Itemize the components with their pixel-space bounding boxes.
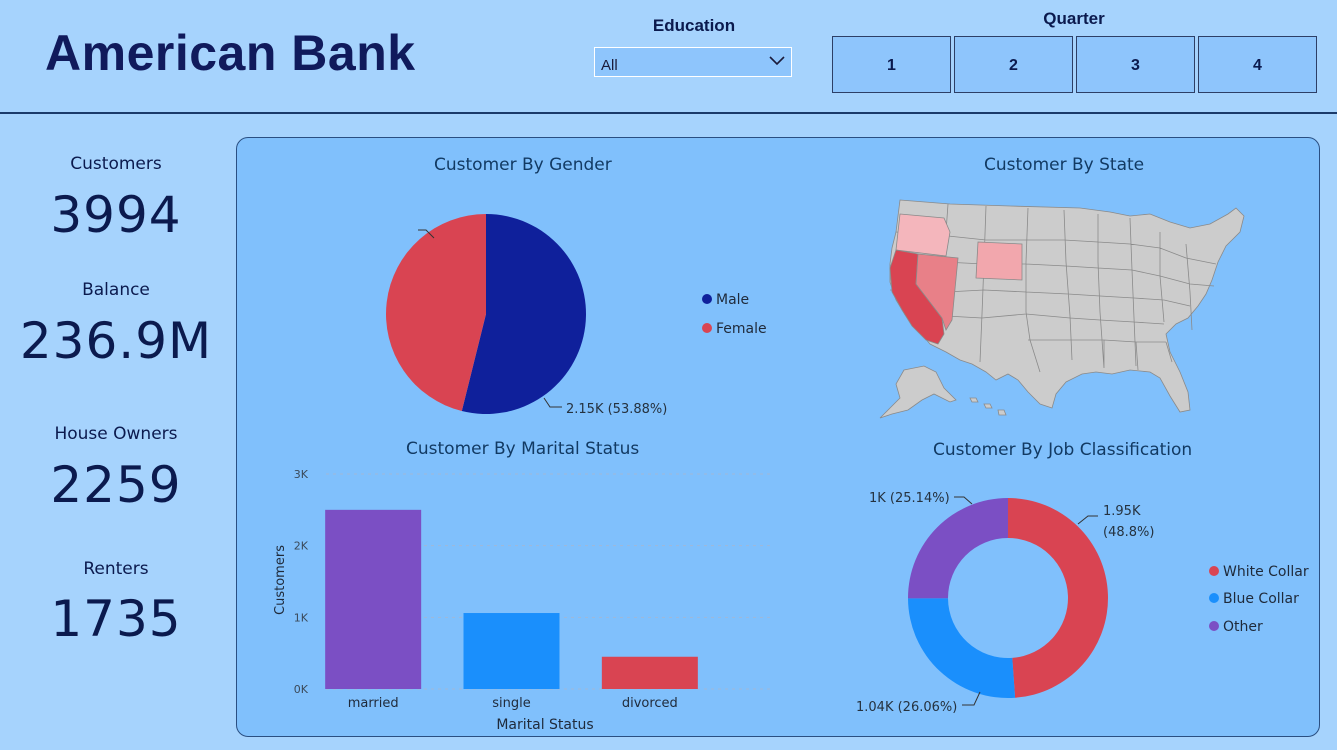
y-tick-label: 3K bbox=[294, 468, 309, 481]
customers-kpi-label: Customers bbox=[70, 154, 162, 174]
pie-slice-other[interactable] bbox=[908, 498, 1008, 599]
quarter-button-3[interactable]: 3 bbox=[1076, 36, 1195, 93]
marital-y-axis-label: Customers bbox=[273, 545, 288, 615]
quarter-button-2[interactable]: 2 bbox=[954, 36, 1073, 93]
bar-divorced[interactable] bbox=[601, 656, 698, 689]
blue-collar-label-leader bbox=[962, 691, 981, 706]
legend-male[interactable]: Male bbox=[702, 292, 749, 308]
marital-chart-title: Customer By Marital Status bbox=[406, 439, 640, 459]
x-tick-label: single bbox=[492, 696, 531, 711]
renters-kpi-label: Renters bbox=[83, 559, 149, 579]
header-bar: American Bank Education All Quarter 1 2 … bbox=[0, 0, 1337, 114]
customers-kpi-value: 3994 bbox=[50, 186, 182, 244]
legend-blue-collar-label: Blue Collar bbox=[1223, 591, 1299, 607]
gender-pie-chart[interactable]: 2.15K (53.88%) bbox=[320, 190, 700, 430]
legend-other-label: Other bbox=[1223, 619, 1263, 635]
legend-female[interactable]: Female bbox=[702, 321, 767, 337]
male-label-leader bbox=[543, 397, 562, 408]
education-dropdown-value: All bbox=[601, 57, 618, 74]
legend-female-label: Female bbox=[716, 321, 767, 337]
quarter-filter-label: Quarter bbox=[1043, 9, 1105, 28]
state-map[interactable] bbox=[870, 190, 1260, 425]
job-donut-chart[interactable]: 1K (25.14%) 1.95K (48.8%) 1.04K (26.06%) bbox=[840, 480, 1200, 720]
state-alaska bbox=[879, 365, 957, 419]
quarter-button-4[interactable]: 4 bbox=[1198, 36, 1317, 93]
state-oregon[interactable] bbox=[895, 213, 951, 257]
legend-other[interactable]: Other bbox=[1209, 619, 1263, 635]
pie-slice-white-collar[interactable] bbox=[1008, 498, 1108, 698]
house-owners-kpi-label: House Owners bbox=[54, 424, 178, 444]
legend-white-collar-label: White Collar bbox=[1223, 564, 1309, 580]
renters-kpi-value: 1735 bbox=[50, 590, 182, 648]
bar-married[interactable] bbox=[325, 509, 422, 689]
legend-white-collar[interactable]: White Collar bbox=[1209, 564, 1309, 580]
white-collar-slice-label-percent: (48.8%) bbox=[1103, 525, 1154, 540]
other-legend-dot bbox=[1209, 621, 1219, 631]
y-tick-label: 0K bbox=[294, 683, 309, 696]
balance-kpi-label: Balance bbox=[82, 280, 150, 300]
quarter-button-1[interactable]: 1 bbox=[832, 36, 951, 93]
chevron-down-icon bbox=[769, 56, 785, 66]
blue-collar-legend-dot bbox=[1209, 593, 1219, 603]
x-tick-label: married bbox=[348, 696, 399, 711]
white-collar-legend-dot bbox=[1209, 566, 1219, 576]
page-title: American Bank bbox=[45, 25, 416, 81]
marital-x-axis-label: Marital Status bbox=[496, 717, 593, 733]
education-dropdown[interactable]: All bbox=[594, 47, 792, 77]
pie-slice-blue-collar[interactable] bbox=[908, 598, 1016, 698]
gender-chart-title: Customer By Gender bbox=[434, 155, 612, 175]
male-legend-dot bbox=[702, 294, 712, 304]
blue-collar-slice-label: 1.04K (26.06%) bbox=[856, 700, 957, 715]
state-wyoming[interactable] bbox=[975, 241, 1023, 281]
house-owners-kpi-value: 2259 bbox=[50, 456, 182, 514]
white-collar-label-leader bbox=[1077, 515, 1098, 525]
marital-bar-chart[interactable]: 0K 1K 2K 3K married single divorced Customers… bbox=[266, 462, 786, 737]
x-tick-label: divorced bbox=[622, 696, 678, 711]
female-legend-dot bbox=[702, 323, 712, 333]
other-slice-label: 1K (25.14%) bbox=[869, 491, 950, 506]
job-chart-title: Customer By Job Classification bbox=[933, 440, 1193, 460]
state-chart-title: Customer By State bbox=[984, 155, 1145, 175]
state-hawaii bbox=[969, 397, 1007, 416]
legend-blue-collar[interactable]: Blue Collar bbox=[1209, 591, 1299, 607]
balance-kpi-value: 236.9M bbox=[19, 312, 213, 370]
bar-single[interactable] bbox=[463, 613, 560, 689]
male-slice-label: 2.15K (53.88%) bbox=[566, 402, 667, 417]
y-tick-label: 2K bbox=[294, 540, 309, 553]
other-label-leader bbox=[954, 496, 973, 505]
y-tick-label: 1K bbox=[294, 611, 309, 624]
education-filter-label: Education bbox=[652, 16, 736, 35]
legend-male-label: Male bbox=[716, 292, 750, 308]
white-collar-slice-label-value: 1.95K bbox=[1103, 504, 1141, 519]
